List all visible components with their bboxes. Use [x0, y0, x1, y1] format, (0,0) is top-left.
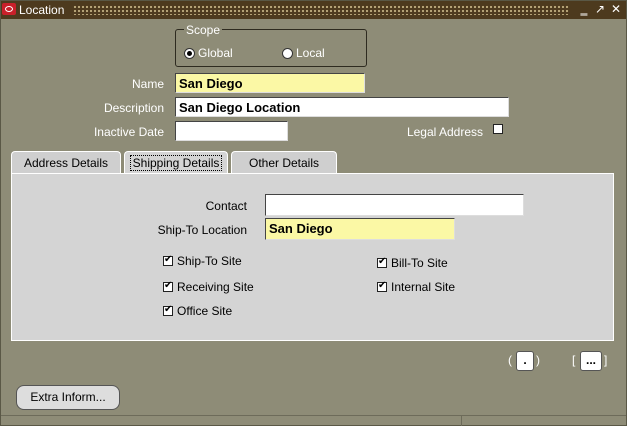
checkmark-icon	[163, 304, 173, 316]
checkmark-icon	[377, 280, 387, 292]
contact-field[interactable]	[265, 194, 524, 216]
receiving-site-checkbox[interactable]: Receiving Site	[163, 280, 254, 294]
name-field[interactable]: San Diego	[175, 73, 365, 93]
legal-address-label: Legal Address	[406, 125, 483, 139]
internal-site-checkbox[interactable]: Internal Site	[377, 280, 455, 294]
scope-global-radio[interactable]: Global	[184, 46, 233, 60]
legal-address-checkbox[interactable]	[493, 124, 503, 134]
single-value-button-group: ( . )	[508, 351, 542, 373]
bill-to-site-checkbox[interactable]: Bill-To Site	[377, 256, 448, 270]
title-bar: Location ‗ ↗ ✕	[1, 1, 626, 19]
oracle-logo-icon	[2, 3, 16, 15]
name-label: Name	[131, 77, 164, 91]
scope-global-label: Global	[198, 46, 233, 60]
ship-to-location-label: Ship-To Location	[157, 223, 247, 237]
ship-to-site-checkbox[interactable]: Ship-To Site	[163, 254, 242, 268]
scope-local-radio[interactable]: Local	[282, 46, 325, 60]
description-label: Description	[103, 101, 164, 115]
checkmark-icon	[163, 280, 173, 292]
minimize-icon[interactable]: ‗	[577, 2, 591, 17]
contact-label: Contact	[205, 199, 247, 213]
close-bracket: ]	[604, 353, 608, 367]
office-site-label: Office Site	[177, 304, 233, 318]
tab-address-details[interactable]: Address Details	[11, 151, 121, 173]
close-paren: )	[536, 353, 540, 367]
scope-legend: Scope	[184, 23, 223, 37]
inactive-date-field[interactable]	[175, 121, 288, 141]
single-value-button[interactable]: .	[516, 351, 534, 371]
tab-other-details-label: Other Details	[248, 156, 320, 170]
checkmark-icon	[377, 256, 387, 268]
open-paren: (	[508, 353, 512, 367]
scope-group: Scope Global Local	[175, 23, 367, 67]
tab-address-details-label: Address Details	[23, 156, 109, 170]
close-icon[interactable]: ✕	[609, 2, 623, 17]
shipping-details-panel: Contact Ship-To Location San Diego Ship-…	[11, 173, 614, 341]
receiving-site-label: Receiving Site	[177, 280, 254, 294]
internal-site-label: Internal Site	[391, 280, 456, 294]
status-bar	[1, 415, 626, 426]
tab-shipping-details-label: Shipping Details	[129, 155, 223, 171]
office-site-checkbox[interactable]: Office Site	[163, 304, 232, 318]
window-title: Location	[19, 3, 65, 17]
checkmark-icon	[163, 254, 173, 266]
multi-value-button[interactable]: ...	[580, 351, 602, 371]
tab-shipping-details[interactable]: Shipping Details	[124, 151, 228, 175]
radio-selected-icon	[184, 47, 195, 59]
restore-icon[interactable]: ↗	[593, 2, 607, 17]
title-bar-grip	[73, 5, 569, 15]
radio-unselected-icon	[282, 47, 293, 59]
bill-to-site-label: Bill-To Site	[391, 256, 448, 270]
multi-value-button-group: [ ... ]	[572, 351, 612, 373]
extra-information-button[interactable]: Extra Inform...	[16, 385, 120, 410]
location-window: Location ‗ ↗ ✕ Scope Global Local Name S…	[0, 0, 627, 426]
scope-local-label: Local	[296, 46, 325, 60]
open-bracket: [	[572, 353, 576, 367]
tab-other-details[interactable]: Other Details	[231, 151, 337, 173]
ship-to-site-label: Ship-To Site	[177, 254, 242, 268]
description-field[interactable]: San Diego Location	[175, 97, 509, 117]
inactive-date-label: Inactive Date	[93, 125, 164, 139]
ship-to-location-field[interactable]: San Diego	[265, 218, 455, 240]
